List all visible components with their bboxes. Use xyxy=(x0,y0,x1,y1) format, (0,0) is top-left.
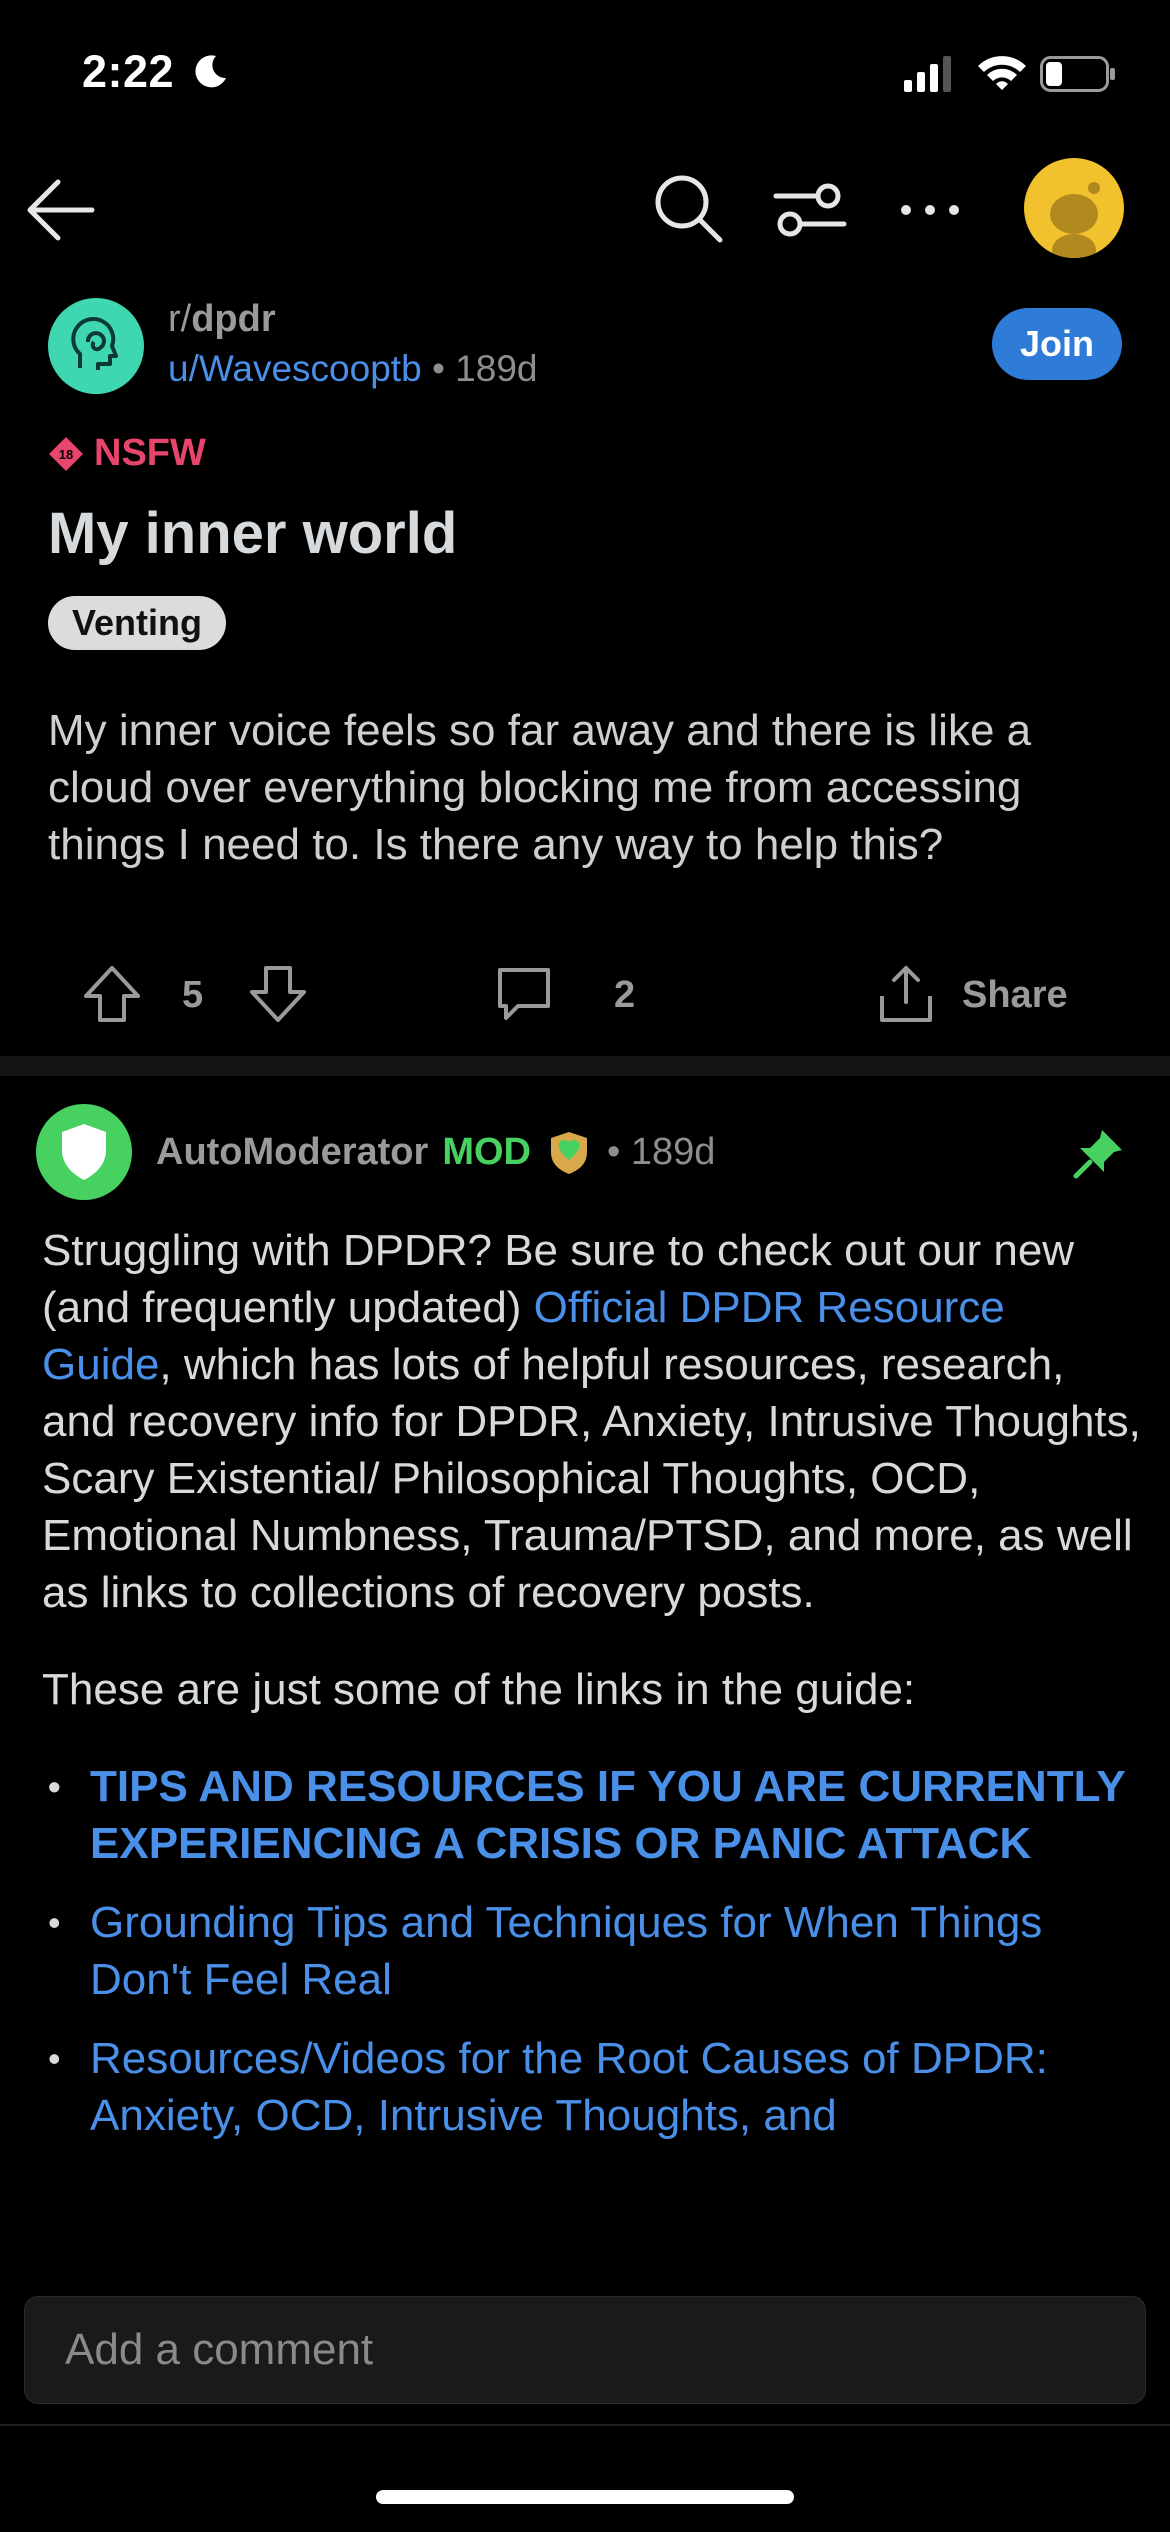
status-bar: 2:22 xyxy=(0,0,1170,150)
subreddit-icon[interactable] xyxy=(48,298,144,394)
cellular-signal-icon xyxy=(904,56,951,92)
subreddit-name[interactable]: r/dpdr xyxy=(168,298,276,341)
join-button[interactable]: Join xyxy=(992,308,1122,380)
guide-link-crisis[interactable]: TIPS AND RESOURCES IF YOU ARE CURRENTLY … xyxy=(42,1758,1142,1872)
upvote-icon[interactable] xyxy=(80,962,144,1026)
nsfw-tag: 18 NSFW xyxy=(48,432,206,475)
mod-tag: MOD xyxy=(442,1130,531,1173)
post-age: • 189d xyxy=(431,348,538,389)
downvote-icon[interactable] xyxy=(246,962,310,1026)
comment-age: • 189d xyxy=(606,1130,716,1173)
commenter-avatar[interactable] xyxy=(36,1104,132,1200)
pin-icon xyxy=(1073,1130,1122,1179)
moon-icon xyxy=(195,55,226,88)
author-link[interactable]: u/Wavescooptb xyxy=(168,348,422,389)
post-title: My inner world xyxy=(48,501,458,566)
nsfw-label: NSFW xyxy=(94,432,206,474)
comment-paragraph-2: These are just some of the links in the … xyxy=(42,1665,916,1714)
vote-count: 5 xyxy=(182,974,204,1016)
mod-shield-badge-icon xyxy=(550,1132,587,1174)
comment-body: Struggling with DPDR? Be sure to check o… xyxy=(42,1222,1142,2166)
post-flair[interactable]: Venting xyxy=(48,596,227,650)
top-nav-bar xyxy=(0,150,1170,270)
comment-paragraph-1: Struggling with DPDR? Be sure to check o… xyxy=(42,1226,1141,1617)
wifi-icon xyxy=(978,56,1026,90)
guide-link-root-causes[interactable]: Resources/Videos for the Root Causes of … xyxy=(42,2030,1142,2144)
add-comment-input[interactable] xyxy=(24,2296,1146,2404)
scroll-fade xyxy=(0,2262,1170,2294)
guide-links-list: TIPS AND RESOURCES IF YOU ARE CURRENTLY … xyxy=(42,1758,1142,2144)
comment-header: AutoModerator MOD • 189d xyxy=(156,1128,715,1176)
status-time: 2:22 xyxy=(82,46,175,97)
svg-text:18: 18 xyxy=(59,447,73,462)
more-options-icon[interactable] xyxy=(892,172,968,248)
shield-icon xyxy=(62,1124,106,1180)
snoo-avatar-icon xyxy=(1050,182,1100,258)
comment-count[interactable]: 2 xyxy=(614,974,635,1017)
post-action-bar: 5 2 Share xyxy=(0,950,1170,1040)
nsfw-18-icon: 18 xyxy=(49,436,83,471)
post-header: r/dpdr u/Wavescooptb • 189d Join xyxy=(0,290,1170,400)
section-divider xyxy=(0,1056,1170,1076)
sort-filter-icon[interactable] xyxy=(772,172,848,248)
share-label[interactable]: Share xyxy=(962,974,1068,1017)
search-icon[interactable] xyxy=(650,170,726,246)
home-indicator[interactable] xyxy=(376,2490,794,2504)
head-profile-icon xyxy=(71,317,118,370)
battery-icon xyxy=(1040,56,1115,92)
back-arrow-icon[interactable] xyxy=(22,172,98,248)
comment-icon[interactable] xyxy=(492,962,556,1026)
author-line: u/Wavescooptb • 189d xyxy=(168,348,537,390)
post-body: My inner voice feels so far away and the… xyxy=(48,706,1032,869)
commenter-name[interactable]: AutoModerator xyxy=(156,1131,428,1174)
user-avatar[interactable] xyxy=(1024,158,1124,258)
guide-link-grounding[interactable]: Grounding Tips and Techniques for When T… xyxy=(42,1894,1142,2008)
share-icon[interactable] xyxy=(874,962,938,1026)
